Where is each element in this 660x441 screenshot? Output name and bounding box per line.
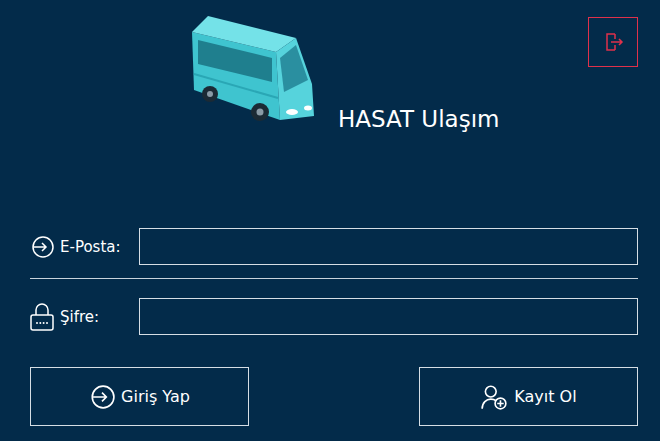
bus-icon xyxy=(188,12,318,134)
login-form: E-Posta: Şifre: xyxy=(30,228,638,335)
field-row: E-Posta: xyxy=(30,228,638,265)
divider xyxy=(30,278,638,279)
field-row: Şifre: xyxy=(30,298,638,335)
exit-icon xyxy=(601,30,625,54)
exit-button[interactable] xyxy=(588,17,638,67)
header: HASAT Ulaşım xyxy=(30,12,638,228)
user-add-icon xyxy=(480,383,508,411)
text-input[interactable] xyxy=(139,228,638,265)
field-label: E-Posta: xyxy=(30,235,139,259)
lock-icon xyxy=(30,302,54,332)
button-bar: Giriş Yap Kayıt Ol xyxy=(30,367,638,426)
login-arrow-icon xyxy=(89,384,115,410)
text-input[interactable] xyxy=(139,298,638,335)
login-arrow-icon xyxy=(30,235,54,259)
action-button[interactable]: Giriş Yap xyxy=(30,367,249,426)
field-label: Şifre: xyxy=(30,302,139,332)
login-window: HASAT Ulaşım E-Posta: Şifre: Giriş Yap Kayıt… xyxy=(0,0,660,441)
app-title: HASAT Ulaşım xyxy=(338,106,499,132)
action-button[interactable]: Kayıt Ol xyxy=(419,367,638,426)
